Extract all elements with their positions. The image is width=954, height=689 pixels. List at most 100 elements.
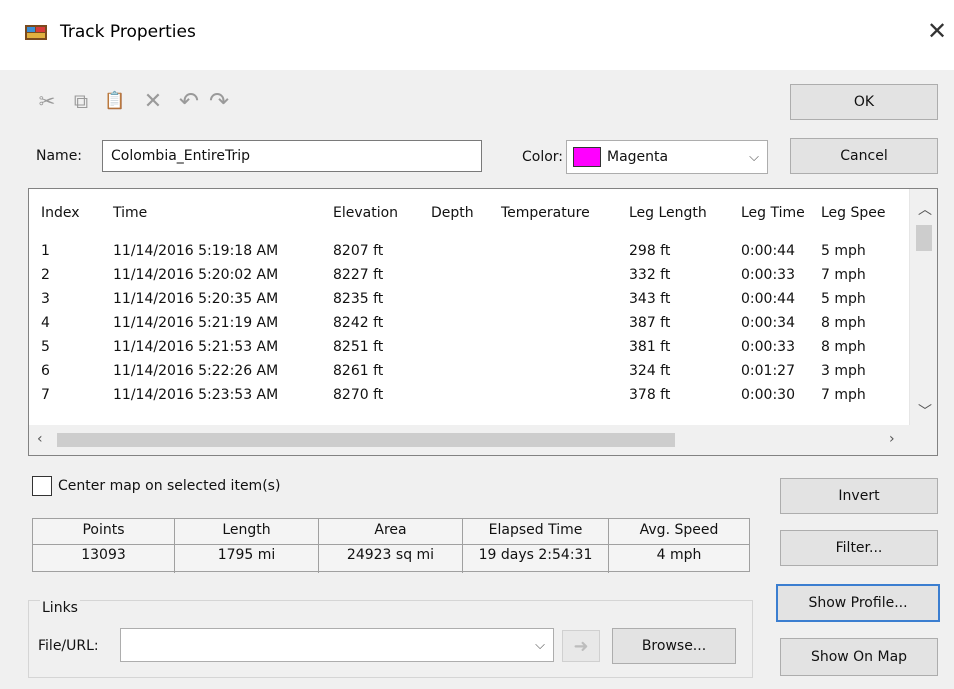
scroll-down-icon[interactable]: ﹀ xyxy=(918,401,932,421)
show-profile-button[interactable]: Show Profile... xyxy=(776,584,940,622)
ok-button[interactable]: OK xyxy=(790,84,938,120)
stat-value: 24923 sq mi xyxy=(346,547,435,563)
stat-value: 19 days 2:54:31 xyxy=(478,547,593,563)
filter-button[interactable]: Filter... xyxy=(780,530,938,566)
scroll-left-icon[interactable]: ‹ xyxy=(37,431,43,447)
cell-leg-length: 381 ft xyxy=(629,339,671,355)
stat-label: Length xyxy=(222,522,271,538)
file-url-label: File/URL: xyxy=(38,638,99,654)
cell-leg-time: 0:00:34 xyxy=(741,315,795,331)
center-map-checkbox[interactable] xyxy=(32,476,52,496)
color-label: Color: xyxy=(522,149,564,165)
table-row[interactable]: 5 11/14/2016 5:21:53 AM 8251 ft 381 ft 0… xyxy=(29,339,909,363)
close-icon[interactable]: ✕ xyxy=(922,16,952,46)
cell-leg-length: 298 ft xyxy=(629,243,671,259)
track-points-list[interactable]: Index Time Elevation Depth Temperature L… xyxy=(28,188,938,456)
cell-elevation: 8235 ft xyxy=(333,291,384,307)
stat-label: Area xyxy=(374,522,407,538)
color-value: Magenta xyxy=(607,149,669,165)
cell-time: 11/14/2016 5:19:18 AM xyxy=(113,243,279,259)
scroll-up-icon[interactable]: ︿ xyxy=(918,199,932,219)
cell-leg-speed: 5 mph xyxy=(821,291,866,307)
chevron-down-icon[interactable]: ⌵ xyxy=(535,629,545,661)
cell-elevation: 8227 ft xyxy=(333,267,384,283)
invert-button[interactable]: Invert xyxy=(780,478,938,514)
cell-elevation: 8251 ft xyxy=(333,339,384,355)
cell-leg-speed: 7 mph xyxy=(821,387,866,403)
cell-index: 2 xyxy=(41,267,50,283)
cell-leg-speed: 8 mph xyxy=(821,315,866,331)
stat-value: 1795 mi xyxy=(217,547,276,563)
cell-leg-speed: 8 mph xyxy=(821,339,866,355)
scroll-right-icon[interactable]: › xyxy=(889,431,895,447)
column-header-depth[interactable]: Depth xyxy=(431,205,474,221)
paste-icon[interactable]: 📋 xyxy=(102,88,128,114)
column-header-time[interactable]: Time xyxy=(113,205,147,221)
file-url-input[interactable]: ⌵ xyxy=(120,628,554,662)
undo-icon[interactable]: ↶ xyxy=(176,87,202,115)
cell-time: 11/14/2016 5:23:53 AM xyxy=(113,387,279,403)
cell-leg-length: 387 ft xyxy=(629,315,671,331)
column-header-leg-length[interactable]: Leg Length xyxy=(629,205,707,221)
cell-leg-speed: 5 mph xyxy=(821,243,866,259)
table-row[interactable]: 2 11/14/2016 5:20:02 AM 8227 ft 332 ft 0… xyxy=(29,267,909,291)
name-field[interactable]: Colombia_EntireTrip xyxy=(102,140,482,172)
track-stats: Points 13093 Length 1795 mi Area 24923 s… xyxy=(32,518,750,573)
redo-icon[interactable]: ↷ xyxy=(206,87,232,115)
cell-leg-speed: 3 mph xyxy=(821,363,866,379)
column-header-leg-speed[interactable]: Leg Spee xyxy=(821,205,886,221)
stat-value: 13093 xyxy=(81,547,126,563)
cell-leg-speed: 7 mph xyxy=(821,267,866,283)
cell-leg-time: 0:00:33 xyxy=(741,339,795,355)
vertical-scrollbar[interactable]: ︿ ﹀ xyxy=(909,189,937,425)
cell-elevation: 8207 ft xyxy=(333,243,384,259)
browse-button[interactable]: Browse... xyxy=(612,628,736,664)
cell-leg-length: 378 ft xyxy=(629,387,671,403)
color-dropdown[interactable]: Magenta ⌵ xyxy=(566,140,768,174)
stat-label: Points xyxy=(82,522,125,538)
table-row[interactable]: 7 11/14/2016 5:23:53 AM 8270 ft 378 ft 0… xyxy=(29,387,909,411)
table-row[interactable]: 4 11/14/2016 5:21:19 AM 8242 ft 387 ft 0… xyxy=(29,315,909,339)
cell-index: 3 xyxy=(41,291,50,307)
stat-value: 4 mph xyxy=(656,547,702,563)
horizontal-scroll-thumb[interactable] xyxy=(57,433,675,447)
cell-time: 11/14/2016 5:20:35 AM xyxy=(113,291,279,307)
stat-label: Elapsed Time xyxy=(488,522,583,538)
delete-icon[interactable]: ✕ xyxy=(140,88,166,114)
links-group-label: Links xyxy=(40,600,80,616)
cell-time: 11/14/2016 5:21:19 AM xyxy=(113,315,279,331)
track-properties-icon xyxy=(25,22,47,42)
horizontal-scrollbar[interactable]: ‹ › xyxy=(29,425,937,455)
show-on-map-button[interactable]: Show On Map xyxy=(780,638,938,676)
column-header-index[interactable]: Index xyxy=(41,205,80,221)
stat-label: Avg. Speed xyxy=(639,522,719,538)
vertical-scroll-thumb[interactable] xyxy=(916,225,932,251)
cell-elevation: 8261 ft xyxy=(333,363,384,379)
cell-elevation: 8270 ft xyxy=(333,387,384,403)
cell-index: 1 xyxy=(41,243,50,259)
table-row[interactable]: 1 11/14/2016 5:19:18 AM 8207 ft 298 ft 0… xyxy=(29,243,909,267)
cell-time: 11/14/2016 5:21:53 AM xyxy=(113,339,279,355)
column-header-elevation[interactable]: Elevation xyxy=(333,205,398,221)
cell-index: 7 xyxy=(41,387,50,403)
cancel-button[interactable]: Cancel xyxy=(790,138,938,174)
cell-index: 5 xyxy=(41,339,50,355)
cell-leg-time: 0:01:27 xyxy=(741,363,795,379)
color-swatch xyxy=(573,147,601,167)
cell-leg-time: 0:00:30 xyxy=(741,387,795,403)
cell-time: 11/14/2016 5:20:02 AM xyxy=(113,267,279,283)
stat-avg-speed: Avg. Speed 4 mph xyxy=(609,519,749,573)
cell-leg-length: 324 ft xyxy=(629,363,671,379)
copy-icon[interactable]: ⧉ xyxy=(68,88,94,114)
list-header: Index Time Elevation Depth Temperature L… xyxy=(29,189,919,225)
stat-area: Area 24923 sq mi xyxy=(319,519,463,573)
cut-icon[interactable]: ✂ xyxy=(34,88,60,114)
column-header-leg-time[interactable]: Leg Time xyxy=(741,205,805,221)
table-row[interactable]: 6 11/14/2016 5:22:26 AM 8261 ft 324 ft 0… xyxy=(29,363,909,387)
cell-leg-time: 0:00:44 xyxy=(741,243,795,259)
column-header-temperature[interactable]: Temperature xyxy=(501,205,590,221)
stat-points: Points 13093 xyxy=(33,519,175,573)
table-row[interactable]: 3 11/14/2016 5:20:35 AM 8235 ft 343 ft 0… xyxy=(29,291,909,315)
open-link-button[interactable]: ➜ xyxy=(562,630,600,662)
cell-index: 4 xyxy=(41,315,50,331)
